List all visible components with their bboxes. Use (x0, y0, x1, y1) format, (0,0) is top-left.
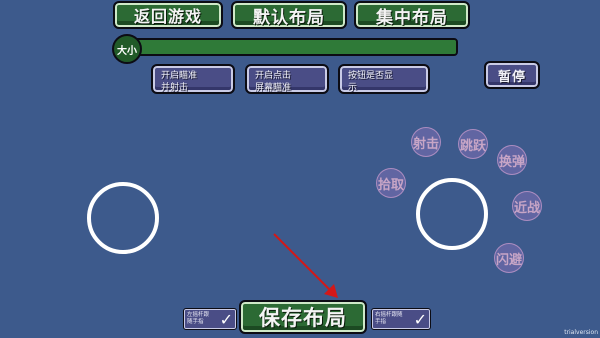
pause-label: 暂停 (497, 69, 526, 85)
pickup-button[interactable]: 拾取 (376, 168, 406, 198)
swap-ammo-label: 换弹 (498, 154, 525, 170)
dodge-label: 闪避 (495, 252, 522, 268)
jump-button[interactable]: 跳跃 (458, 129, 488, 159)
jump-label: 跳跃 (459, 138, 486, 154)
show-buttons-label: 按钮是否显 示 (348, 71, 394, 93)
left-joystick[interactable] (87, 182, 159, 254)
aim-and-fire-label: 开启瞄准 并射击 (161, 71, 198, 93)
centered-layout-label: 集中布局 (376, 7, 448, 28)
shoot-button[interactable]: 射击 (411, 127, 441, 157)
size-slider-track (132, 38, 458, 56)
size-slider-fill (134, 40, 456, 54)
aim-and-fire-toggle[interactable]: 开启瞄准 并射击 (151, 64, 235, 94)
size-slider-knob[interactable]: 大小 (112, 34, 142, 64)
back-to-game-label: 返回游戏 (133, 7, 202, 26)
swap-ammo-button[interactable]: 换弹 (497, 145, 527, 175)
pause-button[interactable]: 暂停 (484, 61, 540, 89)
save-layout-button[interactable]: 保存布局 (239, 300, 367, 334)
tap-to-aim-toggle[interactable]: 开启点击 屏幕瞄准 (245, 64, 329, 94)
back-to-game-button[interactable]: 返回游戏 (113, 1, 223, 29)
default-layout-label: 默认布局 (253, 7, 325, 28)
check-icon: ✓ (413, 309, 427, 329)
right-joystick-follow-label: 右摇杆跟随 手指 (375, 312, 403, 325)
shoot-label: 射击 (412, 136, 439, 152)
default-layout-button[interactable]: 默认布局 (231, 1, 347, 29)
size-slider[interactable]: 大小 (112, 34, 458, 64)
right-joystick-follow-toggle[interactable]: 右摇杆跟随 手指 ✓ (371, 308, 431, 330)
melee-button[interactable]: 近战 (512, 191, 542, 221)
left-joystick-follow-toggle[interactable]: 左摇杆跟 随手指 ✓ (183, 308, 237, 330)
tap-to-aim-label: 开启点击 屏幕瞄准 (255, 71, 292, 93)
pickup-label: 拾取 (377, 177, 404, 193)
left-joystick-follow-label: 左摇杆跟 随手指 (187, 312, 210, 325)
centered-layout-button[interactable]: 集中布局 (354, 1, 470, 29)
melee-label: 近战 (513, 200, 540, 216)
size-slider-label: 大小 (117, 45, 137, 57)
trial-watermark: trialversion (564, 329, 598, 336)
right-joystick[interactable] (416, 178, 488, 250)
save-layout-label: 保存布局 (259, 306, 347, 330)
show-buttons-toggle[interactable]: 按钮是否显 示 (338, 64, 430, 94)
check-icon: ✓ (219, 309, 233, 329)
dodge-button[interactable]: 闪避 (494, 243, 524, 273)
